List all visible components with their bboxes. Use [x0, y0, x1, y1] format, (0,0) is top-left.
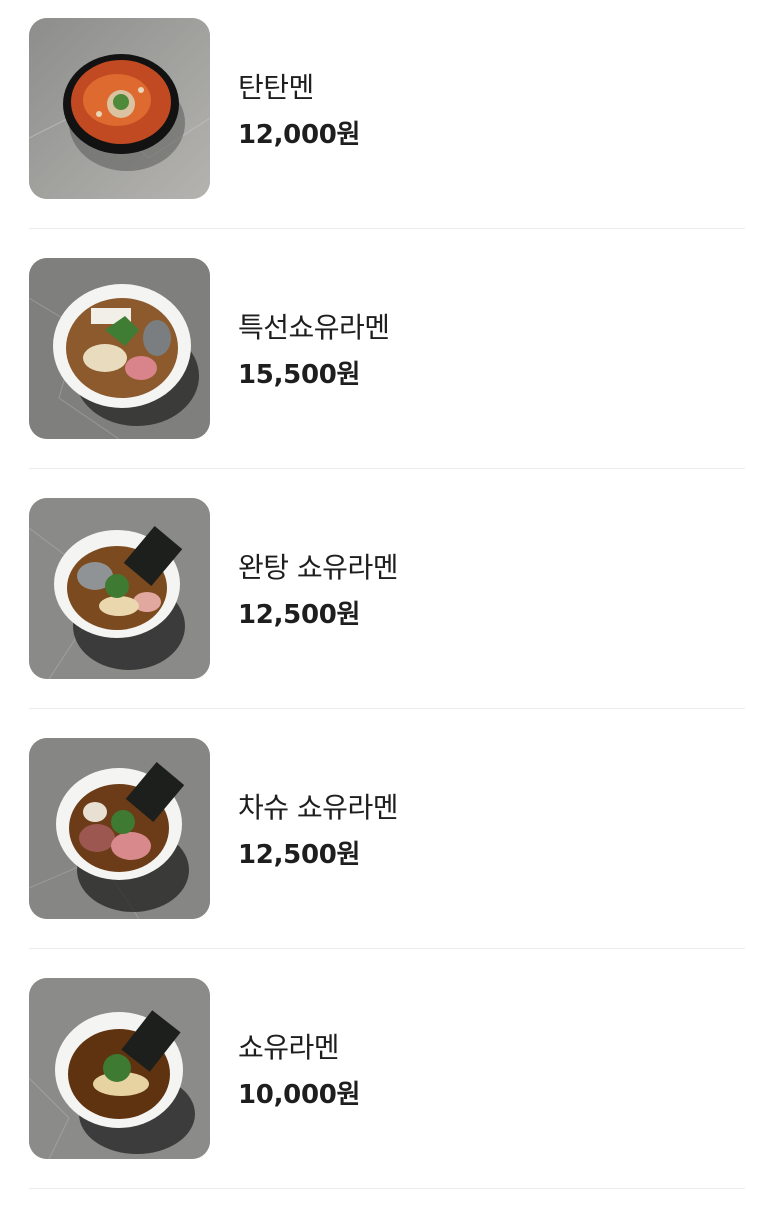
tantanmen-photo [29, 18, 210, 199]
menu-item-chashu-shoyu-ramen[interactable]: 차슈 쇼유라멘 12,500원 [0, 720, 773, 960]
menu-item-price: 12,500원 [238, 840, 361, 870]
menu-item-name: 특선쇼유라멘 [238, 311, 390, 344]
menu-item-name: 완탕 쇼유라멘 [238, 551, 398, 584]
chashu-shoyu-ramen-photo [29, 738, 210, 919]
menu-item-special-shoyu-ramen[interactable]: 특선쇼유라멘 15,500원 [0, 240, 773, 480]
menu-list: 탄탄멘 12,000원 특선쇼유라멘 15,500원 완탕 쇼유라멘 12,50… [0, 0, 773, 1214]
menu-item-name: 쇼유라멘 [238, 1031, 340, 1064]
divider [29, 1188, 745, 1189]
menu-item-name: 탄탄멘 [238, 71, 314, 104]
menu-item-wonton-shoyu-ramen[interactable]: 완탕 쇼유라멘 12,500원 [0, 480, 773, 720]
wonton-shoyu-ramen-photo [29, 498, 210, 679]
special-shoyu-ramen-photo [29, 258, 210, 439]
divider [29, 228, 745, 229]
divider [29, 708, 745, 709]
menu-item-name: 차슈 쇼유라멘 [238, 791, 398, 824]
menu-item-tantanmen[interactable]: 탄탄멘 12,000원 [0, 0, 773, 240]
menu-item-shoyu-ramen[interactable]: 쇼유라멘 10,000원 [0, 960, 773, 1200]
divider [29, 468, 745, 469]
menu-item-price: 10,000원 [238, 1080, 361, 1110]
menu-item-price: 12,500원 [238, 600, 361, 630]
shoyu-ramen-photo [29, 978, 210, 1159]
divider [29, 948, 745, 949]
menu-item-price: 15,500원 [238, 360, 361, 390]
menu-item-price: 12,000원 [238, 120, 361, 150]
